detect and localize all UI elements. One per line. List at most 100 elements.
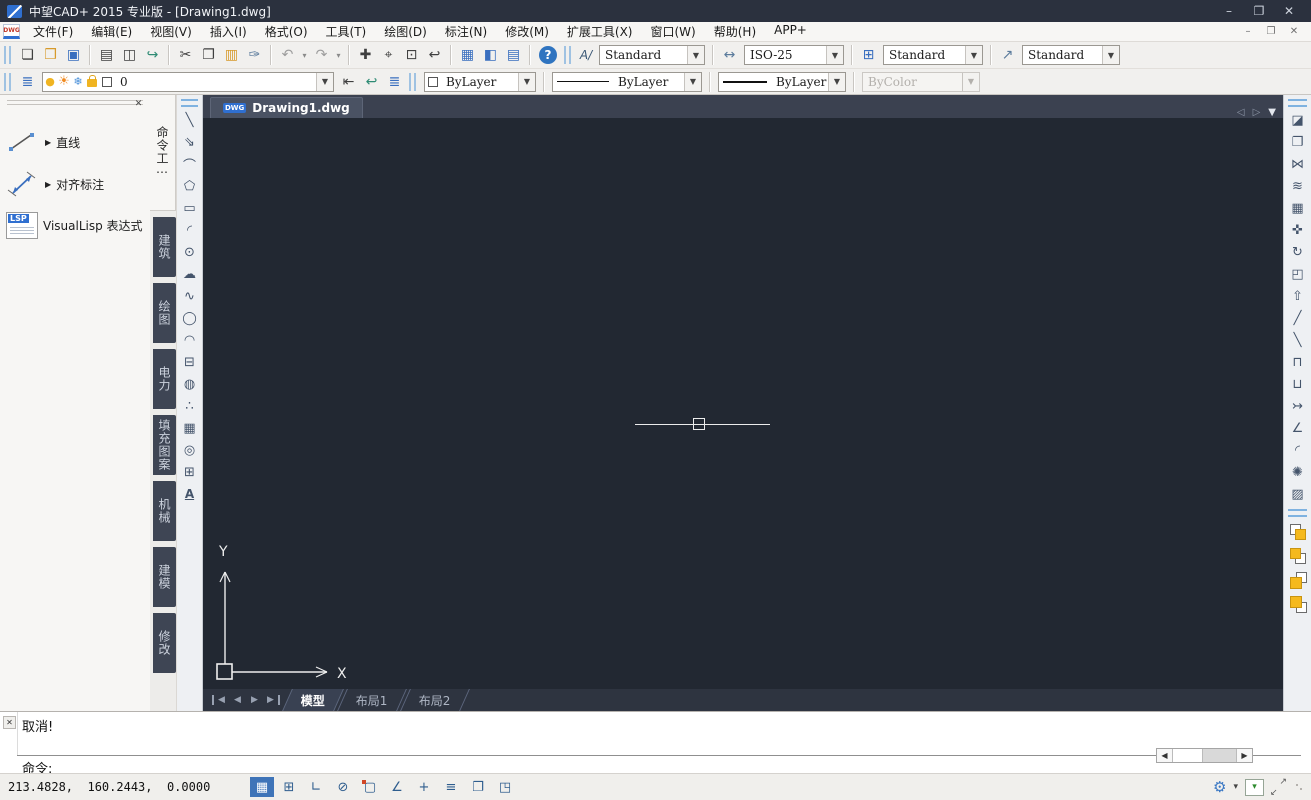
table-style-combo[interactable]: Standard ▼: [883, 45, 983, 65]
print-button[interactable]: ▤: [95, 44, 118, 66]
palette-close-button[interactable]: ✕: [131, 97, 146, 111]
palette-tab-mechanical[interactable]: 机械: [153, 481, 176, 541]
command-scrollbar[interactable]: ◀ ▶: [1156, 748, 1253, 763]
rectangle-tool[interactable]: ▭: [177, 197, 202, 219]
mdi-minimize-button[interactable]: –: [1238, 26, 1258, 37]
command-window[interactable]: ✕ 取消! 命令: ◀ ▶: [0, 711, 1311, 773]
toolbar-grip[interactable]: [1288, 99, 1307, 107]
chevron-down-icon[interactable]: ▼: [518, 73, 535, 91]
redo-button[interactable]: ↷: [310, 44, 333, 66]
menu-tools[interactable]: 工具(T): [317, 22, 376, 41]
menu-draw[interactable]: 绘图(D): [375, 22, 436, 41]
arc-start-center-tool[interactable]: ⌒: [177, 153, 202, 175]
mtext-tool[interactable]: A: [177, 483, 202, 505]
layout1-tab[interactable]: 布局1: [337, 689, 406, 711]
menu-express-tools[interactable]: 扩展工具(X): [558, 22, 642, 41]
lineweight-toggle[interactable]: ≡: [439, 777, 463, 797]
explode-tool[interactable]: ✺: [1284, 461, 1311, 483]
scroll-right-icon[interactable]: ▶: [1236, 749, 1252, 762]
doc-tab-menu-button[interactable]: ▼: [1268, 107, 1276, 118]
menu-insert[interactable]: 插入(I): [201, 22, 256, 41]
open-button[interactable]: ❒: [39, 44, 62, 66]
spline-tool[interactable]: ∿: [177, 285, 202, 307]
palette-tab-draw[interactable]: 绘图: [153, 283, 176, 343]
layout2-tab[interactable]: 布局2: [400, 689, 469, 711]
snap-toggle[interactable]: ▦: [250, 777, 274, 797]
stretch-tool[interactable]: ⇧: [1284, 285, 1311, 307]
ray-tool[interactable]: ⇘: [177, 131, 202, 153]
resize-grip[interactable]: [1295, 783, 1303, 791]
dim-style-combo[interactable]: ISO-25 ▼: [744, 45, 844, 65]
make-block-tool[interactable]: ◍: [177, 373, 202, 395]
match-properties-button[interactable]: ✑: [243, 44, 266, 66]
menu-file[interactable]: 文件(F): [24, 22, 82, 41]
palette-tab-command-tools[interactable]: 命令工⋯: [150, 95, 176, 211]
arc-tool[interactable]: ◜: [177, 219, 202, 241]
flyout-arrow-icon[interactable]: ▶: [45, 180, 51, 189]
ortho-toggle[interactable]: ∟: [304, 777, 328, 797]
point-tool[interactable]: ∴: [177, 395, 202, 417]
menu-modify[interactable]: 修改(M): [496, 22, 558, 41]
flyout-arrow-icon[interactable]: ▶: [45, 138, 51, 147]
fillet-tool[interactable]: ◜: [1284, 439, 1311, 461]
region-tool[interactable]: ◎: [177, 439, 202, 461]
menu-help[interactable]: 帮助(H): [705, 22, 765, 41]
draw-order-bring-to-front-button[interactable]: [1284, 519, 1311, 543]
chevron-down-icon[interactable]: ▼: [965, 46, 982, 64]
palette-tab-modeling[interactable]: 建模: [153, 547, 176, 607]
toolbar-grip[interactable]: [564, 46, 571, 64]
cycle-select-toggle[interactable]: ❐: [466, 777, 490, 797]
pan-button[interactable]: ✚: [354, 44, 377, 66]
scroll-left-icon[interactable]: ◀: [1157, 749, 1173, 762]
text-style-combo[interactable]: Standard ▼: [599, 45, 705, 65]
palette-item-visuallisp[interactable]: LSP VisualLisp 表达式: [4, 212, 146, 239]
dyn-input-toggle[interactable]: +: [412, 777, 436, 797]
join-tool[interactable]: ↣: [1284, 395, 1311, 417]
document-tab-drawing1[interactable]: DWG Drawing1.dwg: [210, 97, 363, 118]
zoom-previous-button[interactable]: ↩: [423, 44, 446, 66]
doc-tab-scroll-left-button[interactable]: ◁: [1237, 107, 1245, 118]
toolbar-grip[interactable]: [409, 73, 416, 91]
break-at-point-tool[interactable]: ⊓: [1284, 351, 1311, 373]
array-tool[interactable]: ▦: [1284, 197, 1311, 219]
osnap-toggle[interactable]: ▢: [358, 777, 382, 797]
menu-dimension[interactable]: 标注(N): [436, 22, 496, 41]
toolbar-grip[interactable]: [1288, 509, 1307, 517]
chevron-down-icon[interactable]: ▼: [316, 73, 333, 91]
palette-tab-electric[interactable]: 电力: [153, 349, 176, 409]
move-tool[interactable]: ✜: [1284, 219, 1311, 241]
draw-order-bring-above-button[interactable]: [1284, 567, 1311, 591]
revision-cloud-tool[interactable]: ☁: [177, 263, 202, 285]
palette-item-aligned-dim[interactable]: ▶ 对齐标注: [4, 170, 146, 198]
layer-combo[interactable]: ● ☀ ❄ 0 ▼: [42, 72, 334, 92]
scrollbar-thumb[interactable]: [1173, 749, 1203, 762]
palette-item-line[interactable]: ▶ 直线: [4, 128, 146, 156]
previous-layout-button[interactable]: ◀: [229, 695, 246, 705]
copy-button[interactable]: ❐: [197, 44, 220, 66]
layer-properties-button[interactable]: ≣: [16, 71, 39, 93]
ellipse-arc-tool[interactable]: ◠: [177, 329, 202, 351]
menu-view[interactable]: 视图(V): [141, 22, 201, 41]
undo-dropdown[interactable]: ▾: [299, 44, 310, 66]
grid-toggle[interactable]: ⊞: [277, 777, 301, 797]
cut-button[interactable]: ✂: [174, 44, 197, 66]
gear-icon[interactable]: ⚙: [1213, 778, 1226, 796]
copy-tool[interactable]: ❐: [1284, 131, 1311, 153]
command-close-button[interactable]: ✕: [3, 716, 16, 729]
undo-button[interactable]: ↶: [276, 44, 299, 66]
chevron-down-icon[interactable]: ▼: [687, 46, 704, 64]
draw-order-send-to-back-button[interactable]: [1284, 543, 1311, 567]
palette-tab-hatch-patterns[interactable]: 填充图案: [153, 415, 176, 475]
toolbar-grip[interactable]: [4, 46, 11, 64]
menu-format[interactable]: 格式(O): [256, 22, 317, 41]
ellipse-tool[interactable]: ◯: [177, 307, 202, 329]
insert-block-tool[interactable]: ⊟: [177, 351, 202, 373]
paste-button[interactable]: ▥: [220, 44, 243, 66]
maximize-button[interactable]: ❐: [1244, 0, 1274, 22]
menu-edit[interactable]: 编辑(E): [82, 22, 141, 41]
redo-dropdown[interactable]: ▾: [333, 44, 344, 66]
mirror-tool[interactable]: ⋈: [1284, 153, 1311, 175]
first-layout-button[interactable]: ◀: [212, 695, 229, 705]
line-tool[interactable]: ╲: [177, 109, 202, 131]
list-button[interactable]: ▤: [502, 44, 525, 66]
